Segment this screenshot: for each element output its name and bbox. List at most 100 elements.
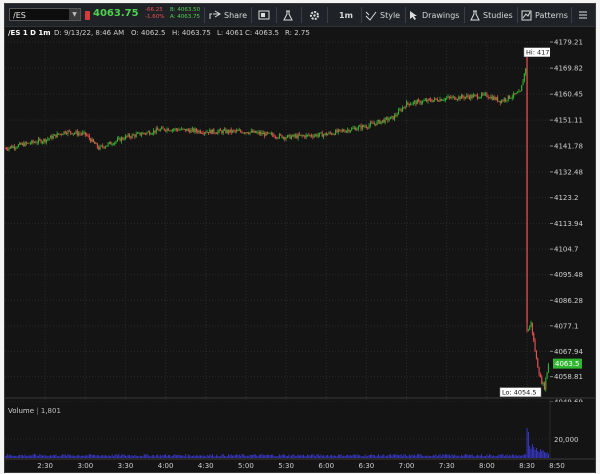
volume-bar (410, 455, 412, 458)
candle-body (327, 134, 329, 136)
volume-bar (428, 455, 430, 458)
candle-body (511, 96, 513, 99)
patterns-label: Patterns (535, 10, 568, 20)
volume-bar (459, 456, 461, 458)
volume-bar (224, 455, 226, 458)
volume-bar (466, 454, 468, 458)
volume-bar (309, 455, 311, 458)
volume-bar (535, 448, 537, 458)
volume-bar (134, 454, 136, 458)
volume-bar (311, 454, 313, 458)
candle-body (289, 134, 291, 139)
volume-bar (253, 454, 255, 458)
candle-body (475, 94, 477, 96)
time-axis: 2:30 3:00 3:30 4:00 4:30 5:00 5:30 6:00 6:30 7:00… (5, 458, 595, 470)
volume-bar (503, 456, 505, 458)
candle-body (134, 134, 136, 137)
price-chart[interactable]: Hi: 4175 Lo: 4054.5 4179.21 4169.82 4160.45… (5, 39, 595, 402)
volume-bar (357, 455, 359, 458)
volume-bar (483, 456, 485, 458)
symbol-input[interactable]: /ES ▼ (9, 8, 81, 21)
candle-body (257, 131, 259, 133)
candle-body (414, 101, 416, 103)
candle-body (505, 98, 507, 101)
alert-icon[interactable] (85, 11, 90, 20)
share-button[interactable]: Share (209, 4, 247, 26)
volume-bar (304, 455, 306, 458)
candle-body (419, 100, 421, 104)
candle-body (464, 96, 467, 99)
candle-body (411, 103, 413, 105)
drawings-button[interactable]: Drawings (409, 4, 459, 26)
candle-body (199, 130, 202, 133)
volume-bar (102, 455, 104, 458)
candle-body (182, 128, 184, 130)
candle-body (428, 98, 430, 100)
candle-body (78, 133, 80, 135)
chart-title: /ES 1 D 1m (8, 29, 51, 37)
volume-bar (301, 455, 303, 458)
volume-bar (83, 455, 85, 458)
volume-bar (463, 454, 465, 458)
candle-body (537, 358, 539, 368)
candle-body (432, 100, 434, 102)
candle-body (262, 133, 264, 135)
candle-body (232, 130, 234, 133)
patterns-button[interactable]: Patterns (521, 4, 568, 26)
candle-body (158, 130, 160, 131)
volume-bar (371, 454, 373, 458)
volume-bar (19, 454, 21, 458)
volume-bar (125, 455, 126, 458)
candle-body (166, 128, 168, 131)
style-button[interactable]: Style (365, 4, 400, 26)
volume-header: Volume | 1,801 (8, 407, 61, 415)
settings-button[interactable] (309, 4, 320, 26)
volume-bar (202, 455, 204, 458)
candle-body (451, 96, 453, 99)
candle-body (186, 129, 188, 132)
candle-body (430, 99, 432, 101)
candle-body (442, 100, 444, 101)
current-price-tag: 4063.5 (553, 358, 582, 369)
candle-body (302, 135, 305, 137)
candle-body (309, 135, 311, 136)
volume-grid: 20,000 (5, 397, 595, 459)
candle-body (143, 132, 145, 134)
volume-value: 1,801 (40, 407, 61, 415)
candle-body (298, 134, 301, 136)
volume-bar (17, 455, 19, 458)
divider (517, 7, 518, 23)
candle-body (236, 130, 238, 132)
high-label-text: Hi: 4175 (526, 49, 554, 57)
volume-bar (321, 456, 323, 458)
candle-body (170, 130, 172, 132)
volume-bar (241, 454, 243, 458)
symbol-dropdown-icon[interactable]: ▼ (69, 9, 80, 20)
volume-bar (103, 455, 105, 458)
candle-body (159, 129, 161, 131)
volume-bar (515, 454, 517, 458)
candle-body (483, 93, 485, 95)
candle-body (383, 120, 385, 123)
volume-bar (71, 455, 73, 458)
volume-bar (545, 453, 547, 458)
flask-button[interactable] (283, 4, 293, 26)
volume-bar (399, 455, 401, 458)
candle-body (171, 129, 173, 131)
layout-button[interactable] (258, 4, 270, 26)
candle-body (416, 100, 418, 105)
volume-bar (99, 456, 101, 458)
timeframe-button[interactable]: 1m (339, 4, 353, 26)
studies-button[interactable]: Studies (470, 4, 513, 26)
price-tick-label: 4104.7 (554, 246, 579, 254)
candle-body (206, 131, 208, 133)
candle-body (439, 98, 441, 102)
volume-bar (170, 456, 172, 458)
menu-button[interactable] (578, 4, 588, 26)
volume-bar (7, 454, 9, 458)
candle-body (523, 73, 525, 82)
candle-body (233, 130, 235, 132)
volume-pane[interactable]: 20,000 2:30 3:00 3:30 4:00 4:30 5:00 5:30 6:00 6… (5, 397, 595, 472)
volume-bar (450, 456, 452, 458)
volume-bar (110, 456, 112, 458)
